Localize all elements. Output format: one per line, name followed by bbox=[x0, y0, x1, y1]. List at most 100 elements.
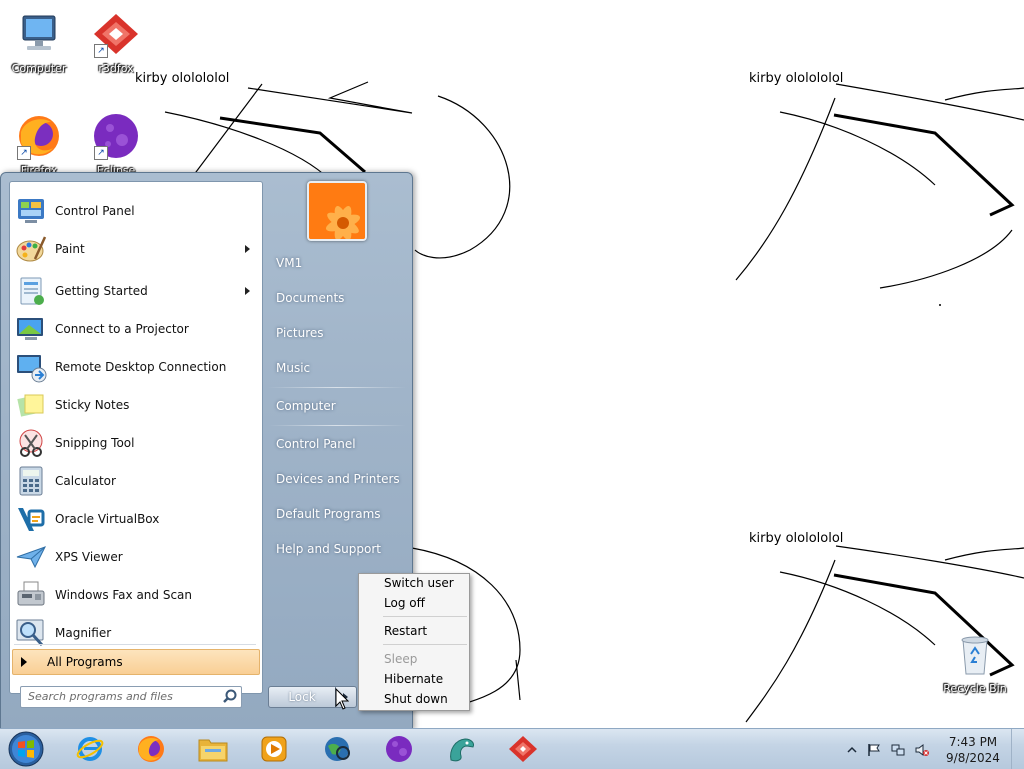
submenu-arrow-icon bbox=[245, 245, 250, 253]
program-label: Paint bbox=[55, 242, 85, 256]
volume-muted-icon[interactable] bbox=[915, 743, 929, 757]
program-calculator[interactable]: Calculator bbox=[12, 463, 258, 499]
place-pictures[interactable]: Pictures bbox=[268, 320, 412, 346]
show-hidden-icons-chevron-icon[interactable] bbox=[845, 743, 859, 757]
taskbar-dragon-app[interactable] bbox=[441, 732, 481, 766]
place-help-support[interactable]: Help and Support bbox=[268, 536, 412, 562]
program-sticky-notes[interactable]: Sticky Notes bbox=[12, 387, 258, 423]
shortcut-arrow-icon: ↗ bbox=[17, 146, 31, 160]
program-snipping-tool[interactable]: Snipping Tool bbox=[12, 425, 258, 461]
program-control-panel[interactable]: Control Panel bbox=[12, 193, 258, 229]
desktop-icon-firefox[interactable]: ↗ Firefox bbox=[1, 112, 77, 177]
all-programs-button[interactable]: All Programs bbox=[12, 649, 260, 675]
desktop-icon-computer[interactable]: Computer bbox=[1, 10, 77, 75]
places-divider bbox=[268, 425, 406, 426]
start-button[interactable] bbox=[6, 730, 46, 768]
place-default-programs[interactable]: Default Programs bbox=[268, 501, 412, 527]
dragon-icon bbox=[450, 738, 474, 762]
program-label: Remote Desktop Connection bbox=[55, 360, 227, 374]
submenu-arrow-icon bbox=[245, 287, 250, 295]
program-remote-desktop[interactable]: Remote Desktop Connection bbox=[12, 349, 258, 385]
taskbar-r3dfox[interactable] bbox=[503, 732, 543, 766]
place-music[interactable]: Music bbox=[268, 355, 412, 381]
shortcut-arrow-icon: ↗ bbox=[94, 44, 108, 58]
program-label: Oracle VirtualBox bbox=[55, 512, 160, 526]
recycle-bin-icon bbox=[951, 630, 999, 678]
program-label: Snipping Tool bbox=[55, 436, 135, 450]
place-control-panel[interactable]: Control Panel bbox=[268, 431, 412, 457]
taskbar-internet-explorer[interactable] bbox=[70, 732, 110, 766]
program-fax-scan[interactable]: Windows Fax and Scan bbox=[12, 577, 258, 613]
fax-scan-icon bbox=[17, 581, 45, 606]
search-box bbox=[20, 686, 242, 708]
program-magnifier[interactable]: Magnifier bbox=[12, 615, 258, 651]
flower-icon bbox=[309, 183, 365, 239]
action-center-flag-icon[interactable] bbox=[867, 743, 881, 757]
computer-icon bbox=[15, 10, 63, 58]
program-label: Calculator bbox=[55, 474, 116, 488]
menu-item-shut-down[interactable]: Shut down bbox=[384, 692, 448, 706]
power-options-menu: Switch user Log off Restart Sleep Hibern… bbox=[358, 573, 470, 711]
menu-item-switch-user[interactable]: Switch user bbox=[384, 576, 454, 590]
program-label: Getting Started bbox=[55, 284, 148, 298]
firefox-icon bbox=[138, 736, 164, 762]
programs-divider bbox=[14, 644, 256, 645]
desktop-icon-recycle-bin[interactable]: Recycle Bin bbox=[937, 630, 1013, 695]
taskbar-network-globe[interactable] bbox=[317, 732, 357, 766]
menu-separator bbox=[383, 616, 467, 617]
program-label: XPS Viewer bbox=[55, 550, 123, 564]
search-icon[interactable] bbox=[221, 688, 239, 706]
program-paint[interactable]: Paint bbox=[12, 231, 258, 267]
menu-separator bbox=[383, 644, 467, 645]
calculator-icon bbox=[19, 466, 43, 496]
menu-item-hibernate[interactable]: Hibernate bbox=[384, 672, 443, 686]
program-xps-viewer[interactable]: XPS Viewer bbox=[12, 539, 258, 575]
taskbar-file-explorer[interactable] bbox=[193, 732, 233, 766]
system-clock[interactable]: 7:43 PM 9/8/2024 bbox=[940, 734, 1006, 766]
place-computer[interactable]: Computer bbox=[268, 393, 412, 419]
remote-desktop-icon bbox=[17, 355, 47, 383]
paint-icon bbox=[16, 236, 47, 262]
sticky-notes-icon bbox=[17, 394, 44, 417]
expand-arrow-icon bbox=[21, 657, 27, 667]
program-label: Sticky Notes bbox=[55, 398, 130, 412]
taskbar: 7:43 PM 9/8/2024 bbox=[0, 728, 1024, 769]
all-programs-label: All Programs bbox=[47, 655, 123, 669]
mouse-cursor-icon bbox=[335, 688, 349, 710]
program-virtualbox[interactable]: Oracle VirtualBox bbox=[12, 501, 258, 537]
menu-item-log-off[interactable]: Log off bbox=[384, 596, 425, 610]
place-devices-printers[interactable]: Devices and Printers bbox=[268, 466, 412, 492]
programs-pane: Control Panel Paint Getting Started Conn… bbox=[9, 181, 263, 694]
eclipse-icon bbox=[386, 736, 412, 762]
desktop-icon-label: Recycle Bin bbox=[943, 682, 1007, 695]
r3dfox-icon bbox=[509, 736, 537, 762]
snipping-tool-icon bbox=[19, 429, 43, 457]
network-icon[interactable] bbox=[891, 743, 905, 757]
internet-explorer-icon bbox=[76, 737, 104, 761]
program-connect-projector[interactable]: Connect to a Projector bbox=[12, 311, 258, 347]
search-input[interactable] bbox=[21, 687, 218, 705]
places-divider bbox=[268, 387, 406, 388]
eclipse-icon: ↗ bbox=[92, 112, 140, 160]
taskbar-media-player[interactable] bbox=[254, 732, 294, 766]
control-panel-icon bbox=[18, 199, 44, 223]
place-documents[interactable]: Documents bbox=[268, 285, 412, 311]
show-desktop-button[interactable] bbox=[1011, 729, 1024, 769]
desktop-icon-r3dfox[interactable]: ↗ r3dfox bbox=[78, 10, 154, 75]
taskbar-eclipse[interactable] bbox=[379, 732, 419, 766]
program-getting-started[interactable]: Getting Started bbox=[12, 273, 258, 309]
getting-started-icon bbox=[20, 277, 44, 305]
clock-date: 9/8/2024 bbox=[946, 751, 1000, 765]
user-picture-avatar[interactable] bbox=[307, 181, 367, 241]
place-vm1[interactable]: VM1 bbox=[268, 250, 412, 276]
desktop-icon-label: Computer bbox=[11, 62, 67, 75]
clock-time: 7:43 PM bbox=[948, 735, 998, 749]
lock-button[interactable]: Lock bbox=[268, 686, 336, 708]
shortcut-arrow-icon: ↗ bbox=[94, 146, 108, 160]
program-label: Control Panel bbox=[55, 204, 135, 218]
menu-item-restart[interactable]: Restart bbox=[384, 624, 427, 638]
file-explorer-icon bbox=[198, 739, 228, 762]
program-label: Magnifier bbox=[55, 626, 112, 640]
program-label: Windows Fax and Scan bbox=[55, 588, 193, 602]
taskbar-firefox[interactable] bbox=[131, 732, 171, 766]
